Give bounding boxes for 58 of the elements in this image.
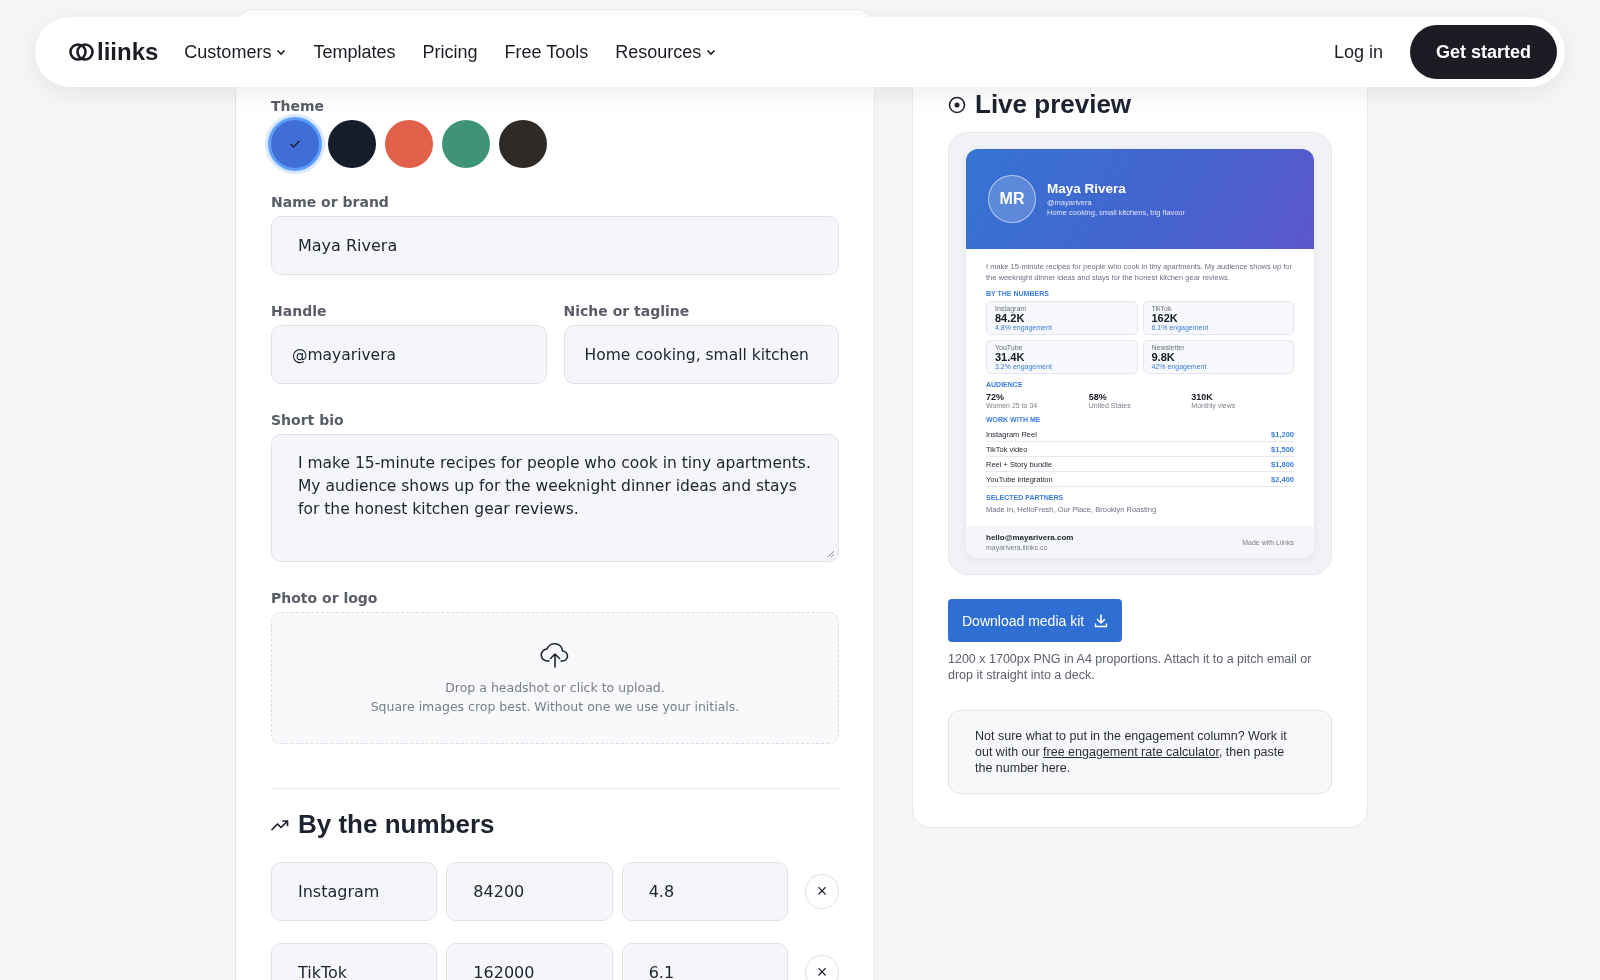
- eye-icon: [948, 95, 966, 114]
- theme-swatch[interactable]: [385, 120, 433, 168]
- audience-value: 58%: [1088, 392, 1108, 402]
- platform-field[interactable]: Instagram: [271, 862, 438, 921]
- download-icon: [1094, 613, 1109, 628]
- stat-value: 84.2K: [995, 312, 1025, 324]
- caret-icon: [276, 48, 287, 56]
- nav-link[interactable]: Customers: [184, 41, 287, 63]
- section-heading: By the numbers: [298, 809, 495, 840]
- field-label: Theme: [271, 98, 326, 114]
- stat-value: 31.4K: [995, 351, 1026, 363]
- stat-value: 9.8K: [1151, 351, 1176, 363]
- check-icon: [289, 139, 301, 149]
- theme-swatch[interactable]: [442, 120, 490, 168]
- followers-field[interactable]: 84200: [446, 862, 613, 921]
- bio-field[interactable]: I make 15-minute recipes for people who cook in tiny apartments. My audience shows up for the weeknight dinner ideas and stays for the honest kitchen gear reviews.: [271, 434, 839, 562]
- kit-email: hello@mayarivera.com: [986, 533, 1074, 542]
- name-field[interactable]: Maya Rivera: [271, 216, 839, 275]
- engagement-field[interactable]: 6.1: [621, 943, 789, 980]
- login-link[interactable]: Log in: [1333, 41, 1383, 63]
- stat-value: 162K: [1151, 312, 1179, 324]
- logo-wordmark[interactable]: liinks: [97, 38, 159, 66]
- avatar-initials: MR: [988, 175, 1036, 223]
- nav-link[interactable]: Free Tools: [504, 41, 589, 63]
- audience-value: 72%: [986, 392, 1005, 402]
- remove-button[interactable]: ×: [805, 874, 839, 909]
- engagement-field[interactable]: 4.8: [621, 862, 789, 921]
- trending-up-icon: [271, 818, 289, 831]
- audience-value: 310K: [1191, 392, 1214, 402]
- platform-field[interactable]: TikTok: [271, 943, 438, 980]
- tip-text: Not sure what to put in the engagement column? Work it out with our free engagement rate calculator, then paste the number here.: [975, 728, 1288, 776]
- upload-hint: Square images crop best. Without one we use your initials.: [370, 699, 740, 714]
- field-label: Short bio: [271, 412, 345, 428]
- calculator-link[interactable]: free engagement rate calculator: [1043, 745, 1219, 759]
- theme-swatch[interactable]: [499, 120, 547, 168]
- section-heading: Live preview: [975, 89, 1132, 120]
- upload-hint: Drop a headshot or click to upload.: [445, 680, 665, 695]
- export-caption: 1200 x 1700px PNG in A4 proportions. Attach it to a pitch email or drop it straight into a deck.: [948, 651, 1313, 683]
- nav-link[interactable]: Pricing: [422, 41, 478, 63]
- get-started-button[interactable]: Get started: [1409, 25, 1557, 79]
- upload-dropzone[interactable]: Drop a headshot or click to upload. Square images crop best. Without one we use your initials.: [271, 612, 839, 744]
- caret-icon: [706, 48, 717, 56]
- upload-cloud-icon: [540, 642, 570, 668]
- rings-icon[interactable]: [69, 40, 95, 64]
- field-label: Handle: [271, 303, 328, 319]
- download-button[interactable]: Download media kit: [948, 599, 1123, 642]
- remove-button[interactable]: ×: [805, 955, 839, 980]
- handle-field[interactable]: @mayarivera: [271, 325, 547, 384]
- nav-link[interactable]: Templates: [313, 41, 396, 63]
- field-label: Name or brand: [271, 194, 390, 210]
- field-label: Niche or tagline: [563, 303, 691, 319]
- theme-swatch[interactable]: [328, 120, 376, 168]
- kit-name: Maya Rivera: [1047, 181, 1127, 196]
- followers-field[interactable]: 162000: [446, 943, 613, 980]
- tagline-field[interactable]: Home cooking, small kitchen: [563, 325, 839, 384]
- nav-link[interactable]: Resources: [615, 41, 717, 63]
- resize-grip-icon: [827, 550, 835, 558]
- field-label: Photo or logo: [271, 590, 379, 606]
